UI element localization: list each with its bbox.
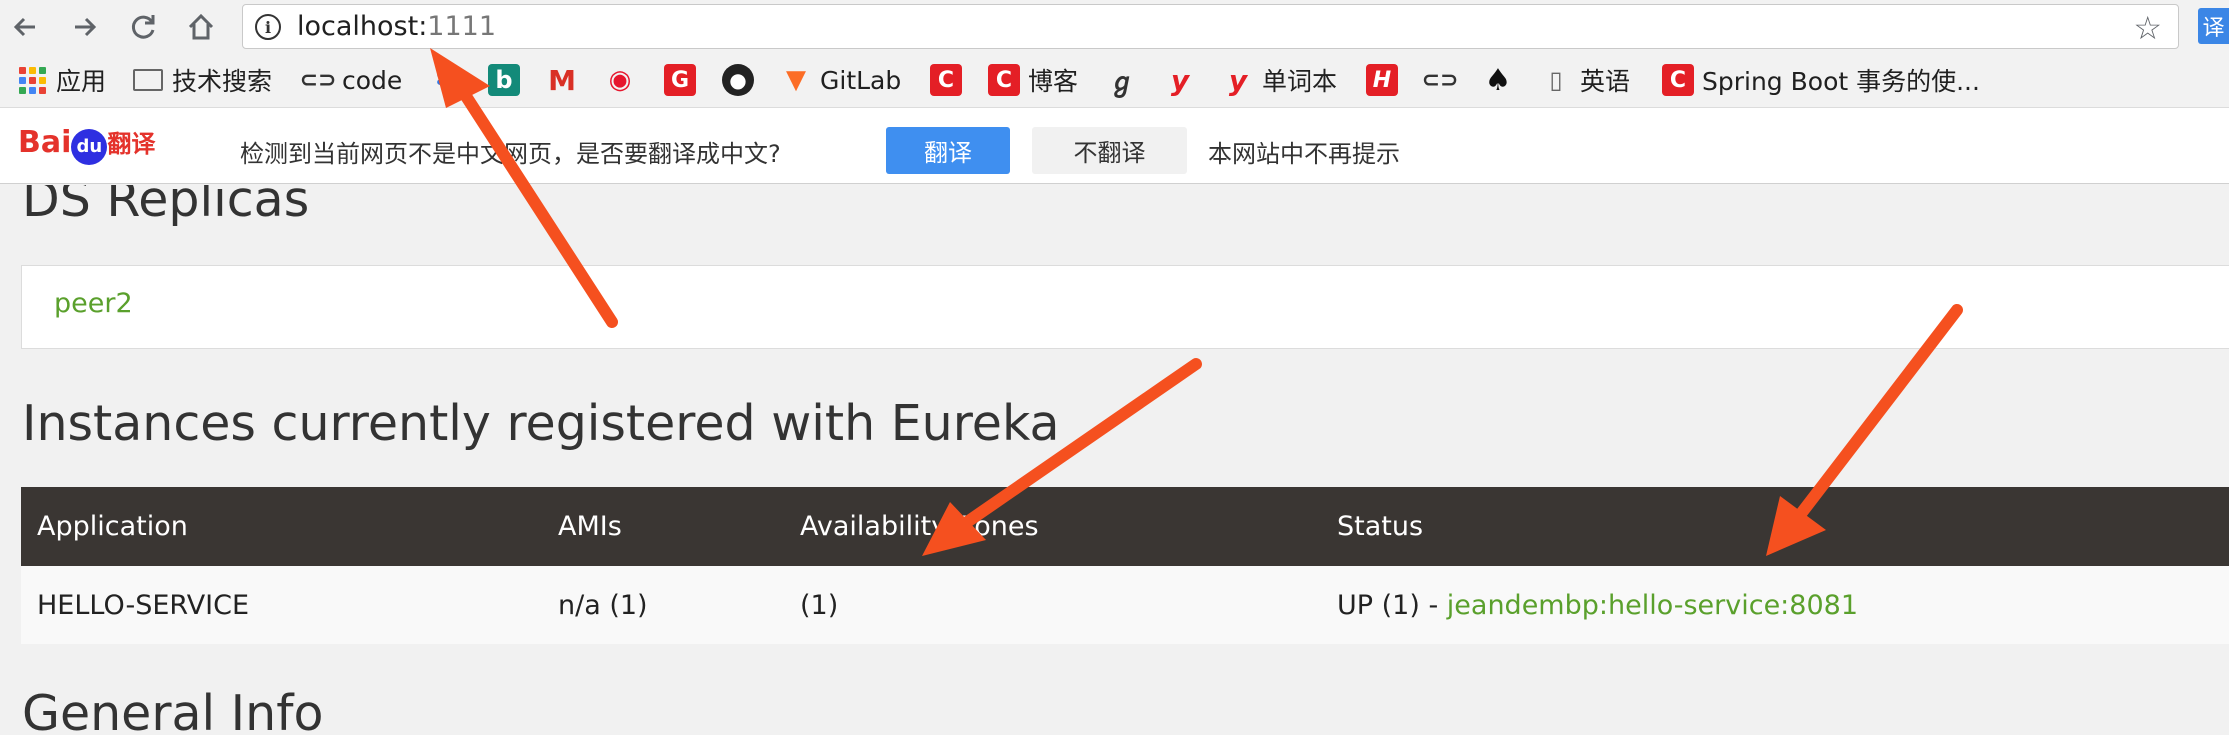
cell-status: UP (1) - jeandembp:hello-service:8081 [1337,566,1858,644]
csdn-icon: C [930,64,962,96]
translate-button[interactable]: 翻译 [886,127,1010,174]
bookmark-github[interactable]: ● [722,61,762,99]
csdn-icon: C [988,64,1020,96]
back-arrow-icon[interactable] [6,8,44,46]
url-text[interactable]: localhost:1111 [297,11,496,42]
instances-title: Instances currently registered with Eure… [22,395,1060,452]
folder-icon [132,64,164,96]
bookmark-bing[interactable]: b [488,61,528,99]
bookmark-weibo[interactable]: ◉ [604,61,644,99]
baidu-paw-icon: ✽ [435,65,457,95]
bookmark-spade[interactable]: ♠ [1482,61,1522,99]
replicas-title: DS Replicas [22,185,310,228]
header-amis: AMIs [558,511,622,542]
bing-icon: b [488,64,520,96]
bookmark-tech-search[interactable]: 技术搜索 [132,61,272,99]
translate-extension-icon[interactable]: 译 [2198,8,2229,44]
home-icon[interactable] [182,8,220,46]
never-prompt-link[interactable]: 本网站中不再提示 [1208,134,1400,169]
no-translate-button[interactable]: 不翻译 [1032,127,1187,174]
bookmark-h[interactable]: H [1366,61,1406,99]
youdao-icon: y [1228,63,1248,97]
bookmark-baidu[interactable]: ✽ [430,61,470,99]
bookmark-english[interactable]: ▯ 英语 [1540,61,1630,99]
bookmark-link[interactable]: ⊂⊃ [1421,61,1464,99]
gitlab-icon: ▼ [786,65,806,95]
bookmark-apps[interactable]: 应用 [16,61,106,99]
weibo-icon: ◉ [608,65,632,95]
bookmark-script[interactable]: ℊ [1106,61,1146,99]
script-logo-icon: ℊ [1108,67,1135,98]
address-bar[interactable]: i localhost:1111 ☆ [242,4,2179,49]
bookmark-gitlab[interactable]: ▼ GitLab [780,61,901,99]
link-icon: ⊂⊃ [299,67,337,93]
cell-zones: (1) [800,589,839,621]
page-icon: ▯ [1549,66,1563,94]
replicas-box: peer2 [21,265,2229,349]
general-info-title: General Info [22,685,324,735]
youdao-icon: y [1170,63,1190,97]
h-logo-icon: H [1366,64,1398,96]
browser-toolbar: i localhost:1111 ☆ 译 [0,0,2229,53]
bookmark-vocab[interactable]: y 单词本 [1222,61,1337,99]
gmail-icon: M [548,63,576,97]
spade-icon: ♠ [1484,62,1512,98]
cell-application: HELLO-SERVICE [37,589,250,621]
bookmark-csdn[interactable]: C [930,61,970,99]
eureka-page: DS Replicas peer2 Instances currently re… [0,185,2229,735]
bookmark-g[interactable]: G [664,61,704,99]
bookmarks-bar: 应用 技术搜索 ⊂⊃ code ✽ b M ◉ G ● ▼ GitLab C C… [0,53,2229,108]
reload-icon[interactable] [124,8,162,46]
csdn-icon: C [1662,64,1694,96]
github-icon: ● [722,64,754,96]
translate-prompt: 检测到当前网页不是中文网页，是否要翻译成中文? [240,140,781,168]
star-icon[interactable]: ☆ [2133,9,2162,47]
table-header: Application AMIs Availability Zones Stat… [21,487,2229,566]
table-row: HELLO-SERVICE n/a (1) (1) UP (1) - jeand… [21,566,2229,644]
instances-table: Application AMIs Availability Zones Stat… [21,487,2229,644]
info-icon[interactable]: i [255,14,281,40]
bookmark-gmail[interactable]: M [546,61,586,99]
instance-status-link[interactable]: jeandembp:hello-service:8081 [1447,590,1858,621]
bookmark-youdao[interactable]: y [1164,61,1204,99]
baidu-translate-logo: Bai du 翻译 [18,124,155,165]
header-zones: Availability Zones [800,511,1039,542]
status-prefix: UP (1) - [1337,589,1447,621]
cell-amis: n/a (1) [558,589,648,621]
apps-grid-icon [16,64,48,96]
link-icon: ⊂⊃ [1421,67,1459,93]
translate-bar: Bai du 翻译 检测到当前网页不是中文网页，是否要翻译成中文? 翻译 不翻译 本… [0,108,2229,184]
header-status: Status [1337,511,1424,542]
bookmark-code[interactable]: ⊂⊃ code [299,61,403,99]
forward-arrow-icon[interactable] [66,8,104,46]
g-logo-icon: G [664,64,696,96]
bookmark-blog[interactable]: C 博客 [988,61,1078,99]
replica-link-peer2[interactable]: peer2 [54,288,133,319]
bookmark-spring-boot[interactable]: C Spring Boot 事务的使... [1662,61,1980,99]
header-application: Application [37,511,188,542]
